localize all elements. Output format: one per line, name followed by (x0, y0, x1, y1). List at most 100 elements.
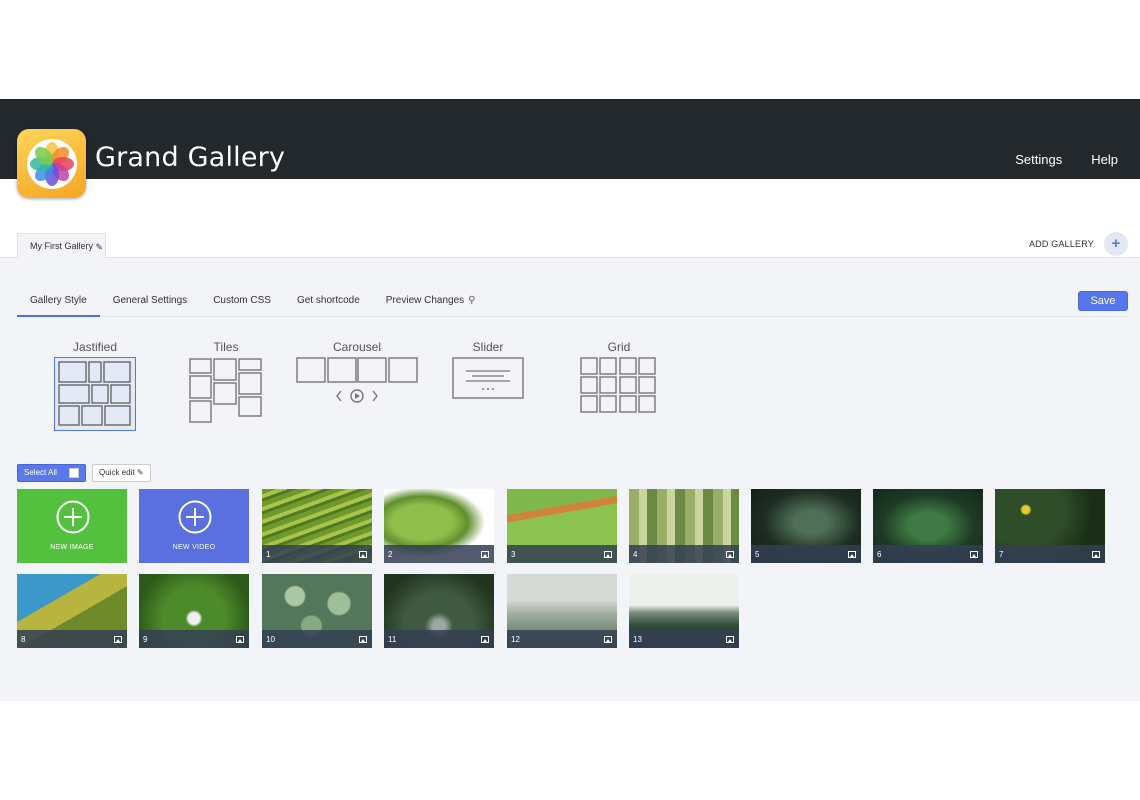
image-type-icon (481, 636, 489, 643)
item-caption-bar (995, 545, 1105, 563)
gallery-item-thumbnail[interactable]: 4 (629, 489, 739, 563)
gallery-item-thumbnail[interactable]: 5 (751, 489, 861, 563)
tab-gallery-style[interactable]: Gallery Style (17, 291, 100, 317)
plus-circle-icon (56, 500, 90, 534)
gallery-tabbar: My First Gallery ✎ ADD GALLERY + (0, 179, 1140, 259)
item-caption-bar (629, 630, 739, 648)
magnifier-icon: ⚲ (468, 295, 476, 306)
gallery-item-thumbnail[interactable]: 9 (139, 574, 249, 648)
quick-edit-label: Quick edit (99, 468, 135, 477)
gallery-item-thumbnail[interactable]: 13 (629, 574, 739, 648)
gallery-item-thumbnail[interactable]: 6 (873, 489, 983, 563)
tiles-layout-icon (189, 358, 262, 423)
tab-preview-changes[interactable]: Preview Changes ⚲ (373, 291, 489, 317)
style-label: Jastified (72, 340, 118, 354)
app-header: Grand Gallery Settings Help (0, 99, 1140, 179)
image-type-icon (1092, 551, 1100, 558)
item-number: 8 (21, 635, 26, 644)
help-link[interactable]: Help (1091, 152, 1118, 167)
image-type-icon (604, 636, 612, 643)
image-type-icon (970, 551, 978, 558)
select-all-label: Select All (24, 468, 57, 477)
gallery-style-options: Jastified Tiles Carousel Slider Grid (0, 340, 700, 440)
item-number: 13 (633, 635, 642, 644)
style-label: Slider (472, 340, 504, 354)
tab-general-settings[interactable]: General Settings (100, 291, 201, 317)
select-all-button[interactable]: Select All (17, 464, 86, 482)
plus-circle-icon (178, 500, 212, 534)
tab-custom-css[interactable]: Custom CSS (200, 291, 284, 317)
item-number: 9 (143, 635, 148, 644)
item-number: 2 (388, 550, 393, 559)
gallery-item-thumbnail[interactable]: 12 (507, 574, 617, 648)
grid-layout-icon (580, 357, 656, 413)
new-image-label: NEW IMAGE (50, 544, 94, 551)
item-number: 10 (266, 635, 275, 644)
settings-link[interactable]: Settings (1015, 152, 1062, 167)
item-caption-bar (384, 545, 494, 563)
item-caption-bar (629, 545, 739, 563)
select-all-checkbox[interactable] (68, 468, 79, 478)
settings-tabs: Gallery Style General Settings Custom CS… (17, 291, 1128, 317)
image-type-icon (848, 551, 856, 558)
style-grid[interactable]: Grid (580, 340, 658, 415)
tab-label: Custom CSS (213, 295, 271, 306)
quick-edit-button[interactable]: Quick edit ✎ (92, 464, 151, 482)
item-caption-bar (262, 630, 372, 648)
main-panel: Gallery Style General Settings Custom CS… (0, 258, 1140, 701)
justified-layout-icon (54, 357, 136, 431)
item-number: 6 (877, 550, 882, 559)
item-caption-bar (384, 630, 494, 648)
style-slider[interactable]: Slider (452, 340, 524, 401)
pencil-icon: ✎ (136, 468, 144, 477)
style-label: Grid (607, 340, 631, 354)
item-number: 4 (633, 550, 638, 559)
tab-get-shortcode[interactable]: Get shortcode (284, 291, 373, 317)
slider-layout-icon (452, 357, 524, 399)
gallery-item-thumbnail[interactable]: 8 (17, 574, 127, 648)
item-number: 5 (755, 550, 760, 559)
new-image-button[interactable]: NEW IMAGE (17, 489, 127, 563)
new-video-button[interactable]: NEW VIDEO (139, 489, 249, 563)
item-caption-bar (262, 545, 372, 563)
image-type-icon (114, 636, 122, 643)
item-caption-bar (873, 545, 983, 563)
gallery-item-thumbnail[interactable]: 10 (262, 574, 372, 648)
gallery-item-thumbnail[interactable]: 2 (384, 489, 494, 563)
item-caption-bar (507, 545, 617, 563)
item-number: 12 (511, 635, 520, 644)
gallery-tab[interactable]: My First Gallery ✎ (17, 233, 106, 259)
item-number: 7 (999, 550, 1004, 559)
item-caption-bar (751, 545, 861, 563)
image-type-icon (726, 636, 734, 643)
carousel-layout-icon (296, 357, 418, 403)
app-window: Grand Gallery Settings Help My First Gal… (0, 99, 1140, 701)
style-label: Carousel (332, 340, 382, 354)
image-type-icon (481, 551, 489, 558)
pencil-icon[interactable]: ✎ (95, 235, 103, 260)
plus-icon[interactable]: + (1104, 232, 1128, 256)
app-logo (17, 129, 86, 198)
style-label: Tiles (213, 340, 239, 354)
gallery-item-thumbnail[interactable]: 7 (995, 489, 1105, 563)
gallery-item-thumbnail[interactable]: 11 (384, 574, 494, 648)
add-gallery-button[interactable]: ADD GALLERY + (1029, 232, 1128, 256)
tab-label: General Settings (112, 295, 188, 306)
image-type-icon (359, 636, 367, 643)
style-tiles[interactable]: Tiles (189, 340, 263, 425)
item-number: 11 (388, 635, 397, 644)
item-caption-bar (139, 630, 249, 648)
gallery-tab-label: My First Gallery (30, 241, 93, 251)
gallery-item-thumbnail[interactable]: 1 (262, 489, 372, 563)
tab-label: Get shortcode (296, 295, 360, 306)
add-gallery-label: ADD GALLERY (1028, 239, 1094, 249)
style-carousel[interactable]: Carousel (296, 340, 418, 407)
tab-label: Preview Changes (385, 295, 465, 306)
item-number: 3 (511, 550, 516, 559)
save-button[interactable]: Save (1078, 291, 1128, 311)
image-type-icon (236, 636, 244, 643)
flower-logo-icon (26, 138, 77, 189)
style-justified[interactable]: Jastified (54, 340, 136, 431)
image-type-icon (359, 551, 367, 558)
gallery-item-thumbnail[interactable]: 3 (507, 489, 617, 563)
